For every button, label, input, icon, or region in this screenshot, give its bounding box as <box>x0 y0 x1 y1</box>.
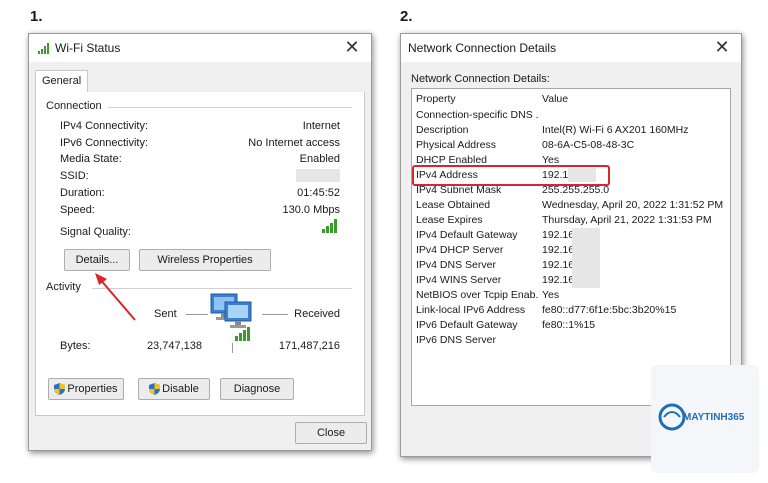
step-label-1: 1. <box>30 8 43 25</box>
list-item[interactable]: Link-local IPv6 Address fe80::d77:6f1e:5b… <box>412 303 730 318</box>
list-item[interactable]: IPv4 DHCP Server 192.16 <box>412 243 730 258</box>
property-value: Intel(R) Wi-Fi 6 AX201 160MHz <box>542 124 689 136</box>
wifi-status-window: Wi-Fi Status ✕ General Connection IPv4 C… <box>28 33 372 451</box>
list-item[interactable]: Lease Expires Thursday, April 21, 2022 1:… <box>412 213 730 228</box>
ipv4-highlight-box <box>412 165 610 186</box>
property-value: 192.16 <box>542 244 575 256</box>
property-name: IPv4 Default Gateway <box>416 229 518 241</box>
property-value: 192.16 <box>542 229 575 241</box>
list-header: Property Value <box>412 92 730 107</box>
property-value: 08-6A-C5-08-48-3C <box>542 139 635 151</box>
property-name: Description <box>416 124 469 136</box>
property-name: IPv4 DHCP Server <box>416 244 504 256</box>
details-listview[interactable]: Property Value Connection-specific DNS .… <box>411 88 731 406</box>
property-value: Thursday, April 21, 2022 1:31:53 PM <box>542 214 712 226</box>
property-name: Physical Address <box>416 139 496 151</box>
property-name: Lease Obtained <box>416 199 491 211</box>
property-name: IPv6 DNS Server <box>416 334 496 346</box>
property-name: IPv4 WINS Server <box>416 274 502 286</box>
property-name: Link-local IPv6 Address <box>416 304 526 316</box>
property-value: Wednesday, April 20, 2022 1:31:52 PM <box>542 199 724 211</box>
ip-redacted <box>572 228 600 288</box>
list-item[interactable]: IPv6 DNS Server <box>412 333 730 348</box>
brand-name: MAYTINH365 <box>683 412 745 423</box>
property-value: Yes <box>542 289 560 301</box>
list-item[interactable]: IPv4 WINS Server 192.16 <box>412 273 730 288</box>
list-item[interactable]: NetBIOS over Tcpip Enab... Yes <box>412 288 730 303</box>
list-item[interactable]: Connection-specific DNS ... <box>412 108 730 123</box>
property-value: 192.16 <box>542 259 575 271</box>
window-title: Network Connection Details <box>408 41 557 55</box>
list-item[interactable]: IPv4 DNS Server 192.16 <box>412 258 730 273</box>
details-subtitle: Network Connection Details: <box>411 73 550 85</box>
network-details-titlebar: Network Connection Details ✕ <box>401 34 741 62</box>
property-name: NetBIOS over Tcpip Enab... <box>416 289 538 301</box>
list-item[interactable]: Description Intel(R) Wi-Fi 6 AX201 160MHz <box>412 123 730 138</box>
close-icon[interactable]: ✕ <box>711 37 733 59</box>
property-value: fe80::1%15 <box>542 319 596 331</box>
property-name: Lease Expires <box>416 214 483 226</box>
property-name: IPv6 Default Gateway <box>416 319 518 331</box>
property-value: fe80::d77:6f1e:5bc:3b20%15 <box>542 304 677 316</box>
step-label-2: 2. <box>400 8 413 25</box>
brand-watermark: MAYTINH365 <box>651 365 759 473</box>
property-name: Connection-specific DNS ... <box>416 109 538 121</box>
list-item[interactable]: IPv6 Default Gateway fe80::1%15 <box>412 318 730 333</box>
list-item[interactable]: IPv4 Default Gateway 192.16 <box>412 228 730 243</box>
property-value: 192.16 <box>542 274 575 286</box>
column-header-property[interactable]: Property <box>416 92 538 107</box>
column-header-value[interactable]: Value <box>542 92 568 107</box>
list-item[interactable]: Physical Address 08-6A-C5-08-48-3C <box>412 138 730 153</box>
annotation-arrow <box>95 273 136 321</box>
property-name: IPv4 DNS Server <box>416 259 496 271</box>
list-item[interactable]: Lease Obtained Wednesday, April 20, 2022 … <box>412 198 730 213</box>
